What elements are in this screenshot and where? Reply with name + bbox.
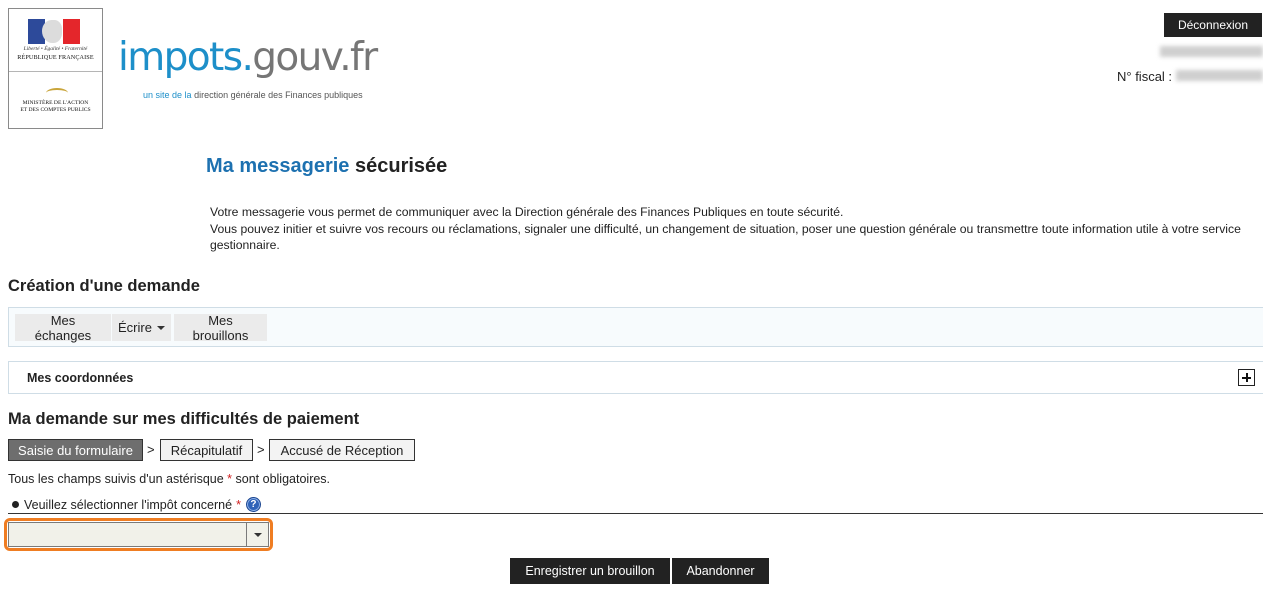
- brand-tagline-prefix: un site de la: [143, 90, 192, 100]
- step-saisie: Saisie du formulaire: [8, 439, 143, 461]
- page-title-rest: sécurisée: [354, 155, 448, 177]
- required-asterisk: *: [236, 497, 241, 512]
- messaging-nav: Mes échanges Écrire Mes brouillons: [8, 307, 1263, 347]
- impot-select[interactable]: [8, 522, 269, 547]
- required-fields-note: Tous les champs suivis d'un astérisque *…: [8, 472, 330, 486]
- save-draft-button[interactable]: Enregistrer un brouillon: [510, 558, 670, 584]
- ministere-line-2: ET DES COMPTES PUBLICS: [20, 106, 91, 113]
- select-dropdown-button[interactable]: [246, 523, 268, 546]
- ministere-line-1: MINISTÈRE DE L'ACTION: [22, 100, 89, 106]
- abandon-button[interactable]: Abandonner: [672, 558, 769, 584]
- brand-part-2: gouv.fr: [252, 35, 378, 80]
- required-note-text: Tous les champs suivis d'un astérisque: [8, 472, 224, 486]
- republique-logo: Liberté • Égalité • Fraternité RÉPUBLIQU…: [8, 8, 103, 129]
- coordonnees-title: Mes coordonnées: [27, 371, 134, 385]
- fiscal-number-label: N° fiscal :: [1117, 69, 1173, 84]
- republique-text: RÉPUBLIQUE FRANÇAISE: [17, 54, 94, 61]
- field-divider: [8, 513, 1263, 514]
- step-accuse-reception: Accusé de Réception: [269, 439, 415, 461]
- nav-write-dropdown[interactable]: Écrire: [112, 314, 171, 341]
- demande-heading: Ma demande sur mes difficultés de paieme…: [8, 410, 360, 428]
- nav-my-exchanges[interactable]: Mes échanges: [15, 313, 111, 343]
- brand-tagline-text: direction générale des Finances publique…: [194, 90, 363, 100]
- ministere-arc-icon: [46, 88, 68, 98]
- required-asterisk: *: [227, 472, 233, 486]
- fiscal-number-redacted: [1176, 70, 1263, 81]
- marianne-icon: [42, 20, 62, 43]
- bullet-icon: [12, 501, 19, 508]
- coordonnees-panel[interactable]: Mes coordonnées: [8, 361, 1263, 394]
- logout-button[interactable]: Déconnexion: [1164, 13, 1262, 37]
- ministere-block: MINISTÈRE DE L'ACTION ET DES COMPTES PUB…: [9, 72, 102, 128]
- devise-text: Liberté • Égalité • Fraternité: [23, 46, 88, 52]
- intro-line-1: Votre messagerie vous permet de communiq…: [210, 205, 844, 219]
- page-title: Ma messagerie sécurisée: [206, 155, 447, 178]
- brand-tagline: un site de la direction générale des Fin…: [143, 90, 363, 100]
- intro-text: Votre messagerie vous permet de communiq…: [210, 204, 1250, 254]
- expand-plus-icon[interactable]: [1238, 369, 1255, 386]
- brand-part-1: impots.: [118, 35, 254, 80]
- intro-line-2: Vous pouvez initier et suivre vos recour…: [210, 221, 1241, 253]
- step-separator: >: [147, 442, 155, 457]
- nav-my-drafts[interactable]: Mes brouillons: [174, 313, 267, 343]
- marianne-block: Liberté • Égalité • Fraternité RÉPUBLIQU…: [9, 9, 102, 72]
- help-icon[interactable]: ?: [245, 497, 261, 512]
- required-note-text-end: sont obligatoires.: [235, 472, 331, 486]
- ministere-text: MINISTÈRE DE L'ACTION ET DES COMPTES PUB…: [11, 100, 100, 113]
- nav-write-label: Écrire: [118, 320, 152, 335]
- brand-logo[interactable]: impots.gouv.fr: [118, 35, 378, 80]
- chevron-down-icon: [156, 325, 165, 330]
- step-recapitulatif: Récapitulatif: [160, 439, 253, 461]
- creation-heading: Création d'une demande: [8, 277, 200, 295]
- impot-select-focus: [4, 518, 273, 551]
- chevron-down-icon: [253, 532, 262, 537]
- impot-label-text: Veuillez sélectionner l'impôt concerné: [24, 497, 233, 512]
- page-title-accent: Ma messagerie: [206, 155, 350, 177]
- user-name-redacted: [1160, 46, 1263, 57]
- step-separator: >: [257, 442, 265, 457]
- impot-field-label: Veuillez sélectionner l'impôt concerné *…: [12, 497, 261, 512]
